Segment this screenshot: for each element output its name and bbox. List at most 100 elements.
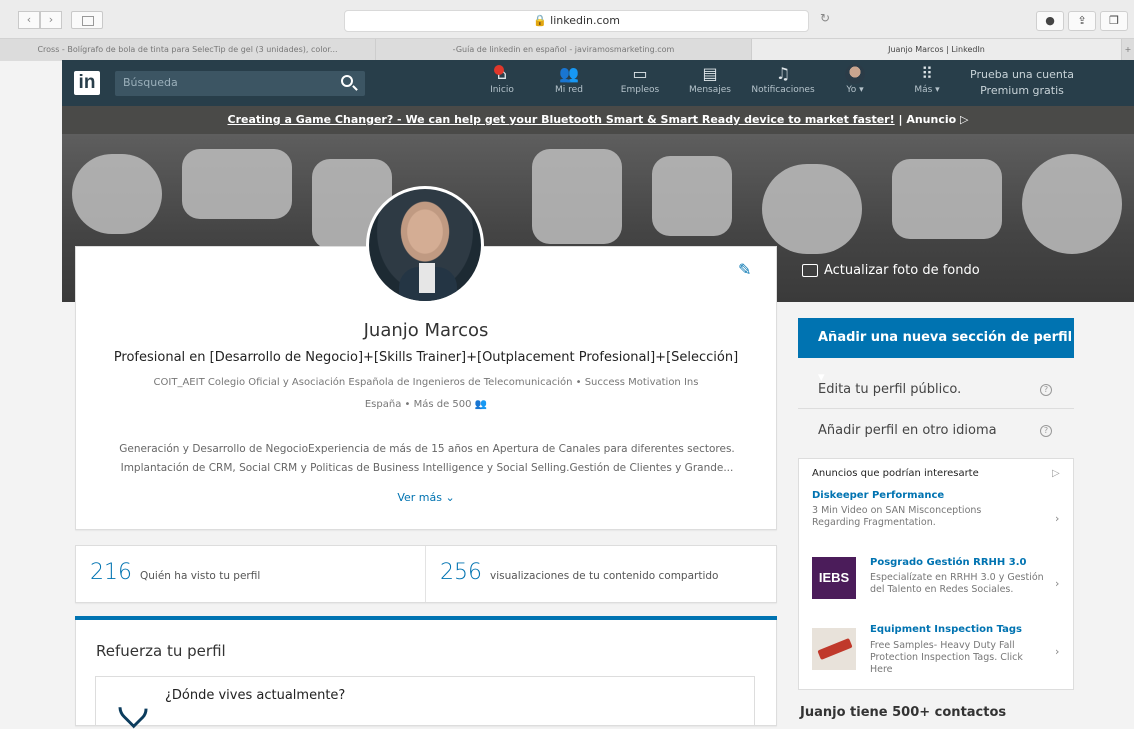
see-more-label: Ver más [397,491,442,504]
search-icon[interactable] [341,75,353,87]
strengthen-title: Refuerza tu perfil [96,642,226,660]
linkedin-navbar: in Búsqueda ⌂ Inicio 👥 Mi red ▭ Empleos … [62,60,1134,106]
back-button[interactable]: ‹ [18,11,40,29]
add-section-label: Añadir una nueva sección de perfil [818,330,1073,345]
ad-title[interactable]: Diskeeper Performance [812,490,944,501]
contacts-icon: 👥 [474,399,488,410]
background-shape [72,154,162,234]
iebs-logo[interactable]: IEBS [812,557,856,599]
background-shape [532,149,622,244]
profile-views-stat[interactable]: 216 Quién ha visto tu perfil [90,560,260,585]
ad-description: Free Samples- Heavy Duty Fall Protection… [870,640,1023,675]
adchoices-icon[interactable]: ▷ [1052,468,1060,479]
background-shape [762,164,862,254]
background-shape [892,159,1002,239]
nav-item-mi-red[interactable]: 👥 Mi red [547,64,591,95]
browser-tab-active[interactable]: Juanjo Marcos | LinkedIn [752,39,1122,61]
nav-item-empleos[interactable]: ▭ Empleos [615,64,665,95]
nav-item-inicio[interactable]: ⌂ Inicio [482,64,522,95]
address-bar[interactable]: 🔒 linkedin.com [344,10,809,32]
divider [798,408,1074,409]
ads-header: Anuncios que podrían interesarte [812,468,979,479]
background-shape [1022,154,1122,254]
location-text: España • Más de 500 [364,399,472,410]
premium-line2: Premium gratis [980,84,1064,97]
chevron-down-icon: ⌄ [445,491,455,504]
profile-summary: Generación y Desarrollo de NegocioExperi… [104,440,750,478]
nav-item-label: Inicio [490,85,514,95]
network-icon: 👥 [559,64,579,83]
ad-title[interactable]: Posgrado Gestión RRHH 3.0 [870,557,1026,568]
browser-tab[interactable]: Cross - Bolígrafo de bola de tinta para … [0,39,376,61]
new-tab-button[interactable]: + [1122,39,1134,61]
profile-education: COIT_AEIT Colegio Oficial y Asociación E… [153,377,699,388]
nav-item-label: Mensajes [689,85,731,95]
history-buttons: ‹ › [18,11,62,29]
update-background-button[interactable]: Actualizar foto de fondo [802,263,980,278]
add-language-profile-link[interactable]: Añadir perfil en otro idioma [818,423,997,438]
messages-icon: ▤ [702,64,718,83]
nav-item-yo[interactable]: Yo ▾ [838,64,872,95]
profile-views-count: 216 [90,560,132,585]
profile-views-label: Quién ha visto tu perfil [140,570,261,582]
nav-item-label: Yo ▾ [846,85,864,95]
nav-item-mas[interactable]: ⠿ Más ▾ [910,64,944,95]
background-shape [182,149,292,219]
summary-line: Implantación de CRM, Social CRM y Politi… [120,462,734,474]
update-background-label: Actualizar foto de fondo [824,263,980,278]
linkedin-logo[interactable]: in [74,71,100,95]
browser-tab[interactable]: -Guía de linkedin en español - javiramos… [376,39,752,61]
share-button[interactable]: ⇪ [1068,11,1096,31]
nav-item-label: Empleos [620,85,660,95]
ad-banner-text[interactable]: Creating a Game Changer? - We can help g… [228,113,895,126]
tab-bar: Cross - Bolígrafo de bola de tinta para … [0,38,1134,61]
image-icon [802,264,818,277]
content-views-stat[interactable]: 256 visualizaciones de tu contenido comp… [440,560,718,585]
help-icon[interactable]: ? [1040,425,1052,437]
contacts-count-heading: Juanjo tiene 500+ contactos [800,705,1007,720]
chevron-right-icon[interactable]: › [1055,645,1059,658]
ad-title[interactable]: Equipment Inspection Tags [870,624,1022,635]
profile-name: Juanjo Marcos [363,320,489,341]
summary-line: Generación y Desarrollo de NegocioExperi… [119,443,735,455]
tabs-overview-button[interactable]: ❐ [1100,11,1128,31]
add-profile-section-button[interactable]: Añadir una nueva sección de perfil ▾ [798,318,1074,385]
nav-item-label: Notificaciones [751,85,815,95]
content-views-count: 256 [440,560,482,585]
search-placeholder: Búsqueda [123,76,178,89]
extension-button[interactable]: ● [1036,11,1064,31]
see-more-link[interactable]: Ver más ⌄ [75,491,777,504]
reload-icon[interactable]: ↻ [820,11,830,25]
inspection-tag-image[interactable] [812,628,856,670]
ad-description: Especialízate en RRHH 3.0 y Gestión del … [870,572,1044,595]
profile-location: España • Más de 500 👥 [75,399,777,410]
notification-badge [494,65,504,75]
nav-item-notificaciones[interactable]: ♫ Notificaciones [742,64,824,95]
top-ad-banner[interactable]: Creating a Game Changer? - We can help g… [62,106,1134,134]
chevron-right-icon[interactable]: › [1055,577,1059,590]
search-input[interactable]: Búsqueda [115,71,365,96]
grid-icon: ⠿ [921,64,933,83]
browser-chrome: ‹ › 🔒 linkedin.com ↻ ● ⇪ ❐ Cross - Bolíg… [0,0,1134,61]
avatar [845,64,865,84]
nav-item-mensajes[interactable]: ▤ Mensajes [684,64,736,95]
profile-photo[interactable] [366,186,484,304]
edit-pencil-icon[interactable]: ✎ [738,260,751,279]
ad-banner-tag: Anuncio [906,113,957,126]
sidebar-toggle-button[interactable] [71,11,103,29]
nav-item-label: Mi red [555,85,583,95]
chevron-right-icon[interactable]: › [1055,512,1059,525]
briefcase-icon: ▭ [632,64,648,83]
nav-item-label: Más ▾ [914,85,940,95]
bell-icon: ♫ [775,64,791,83]
help-icon[interactable]: ? [1040,384,1052,396]
ad-description: 3 Min Video on SAN Misconceptions Regard… [812,505,982,528]
location-question: ¿Dónde vives actualmente? [165,688,346,703]
card-accent-bar [75,616,777,620]
premium-link[interactable]: Prueba una cuenta Premium gratis [966,67,1078,99]
premium-line1: Prueba una cuenta [970,68,1074,81]
edit-public-profile-link[interactable]: Edita tu perfil público. [818,382,961,397]
stats-divider [425,546,426,602]
profile-headline: Profesional en [Desarrollo de Negocio]+[… [113,350,739,365]
forward-button[interactable]: › [40,11,62,29]
